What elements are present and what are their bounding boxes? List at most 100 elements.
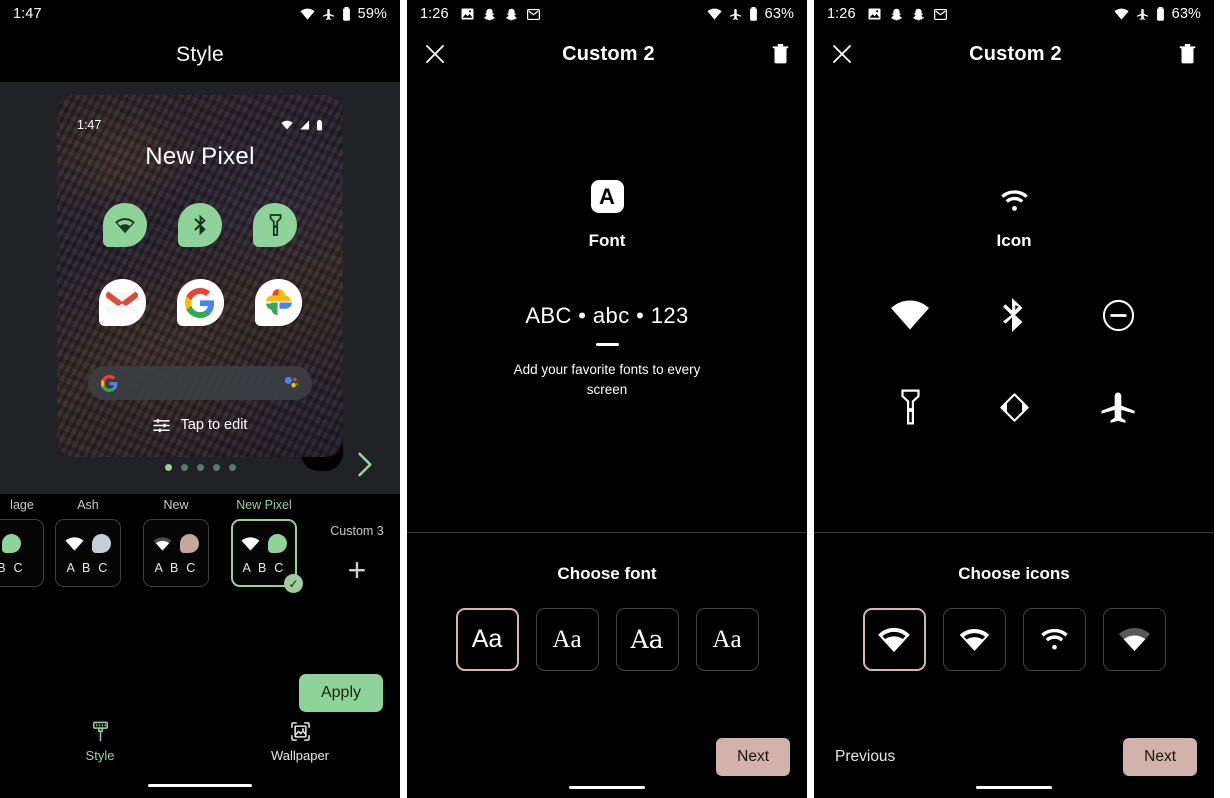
- font-option-label: Aa: [471, 625, 503, 653]
- page-title: Custom 2: [969, 42, 1062, 65]
- icon-option[interactable]: [862, 608, 926, 671]
- assistant-icon[interactable]: [283, 376, 299, 390]
- hero-title: Icon: [996, 231, 1032, 250]
- style-card-abc: A B C: [66, 560, 110, 575]
- airplane-icon: [1100, 391, 1136, 423]
- icon-option[interactable]: [942, 608, 1006, 671]
- pager-dots[interactable]: [164, 463, 236, 471]
- status-bar: 1:26 63%: [814, 0, 1214, 28]
- trash-icon[interactable]: [771, 43, 790, 65]
- home-indicator: [148, 784, 252, 787]
- wifi-icon: [999, 180, 1030, 213]
- style-card-new[interactable]: New A B C: [132, 498, 220, 587]
- gmail-icon: [526, 8, 540, 20]
- gmail-icon: [933, 8, 947, 20]
- pager-dot[interactable]: [164, 463, 172, 471]
- nav-item-wallpaper[interactable]: Wallpaper: [200, 721, 400, 763]
- status-time: 1:26: [420, 6, 449, 22]
- page-title: Style: [176, 43, 224, 66]
- status-bar: 1:47 59%: [0, 0, 400, 28]
- chooser-title: Choose font: [557, 564, 657, 583]
- wifi-icon: [1118, 627, 1151, 652]
- screenshot-triptych: 1:47 59% Style 1:47 New Pixel Tap to edi…: [0, 0, 1230, 798]
- nav-label: Style: [85, 748, 115, 763]
- nav-item-style[interactable]: Style: [0, 721, 200, 763]
- wifi-icon: [103, 203, 147, 247]
- style-card-thumbnail[interactable]: A B C ✓: [231, 519, 303, 593]
- app-bar: Custom 2: [407, 28, 807, 80]
- carousel-pager: [0, 452, 400, 478]
- icon-options[interactable]: [814, 608, 1214, 671]
- snapchat-icon: [890, 8, 903, 21]
- style-preview-carousel[interactable]: 1:47 New Pixel Tap to edit: [0, 82, 400, 494]
- previous-button[interactable]: Previous: [831, 740, 899, 774]
- font-option[interactable]: Aa: [615, 608, 679, 671]
- style-card-thumbnail[interactable]: A B C: [143, 519, 209, 587]
- home-indicator: [569, 786, 645, 789]
- pager-dot[interactable]: [180, 463, 188, 471]
- wifi-icon: [1114, 8, 1129, 20]
- search-input[interactable]: [88, 366, 312, 400]
- font-option[interactable]: Aa: [455, 608, 519, 671]
- sample-divider: [595, 343, 619, 346]
- trash-icon[interactable]: [1178, 43, 1197, 65]
- next-button[interactable]: Next: [716, 738, 790, 776]
- font-options[interactable]: Aa Aa Aa Aa: [407, 608, 807, 671]
- wifi-icon: [959, 628, 990, 652]
- style-card-thumbnail[interactable]: B C: [0, 519, 44, 587]
- bluetooth-icon: [1001, 297, 1027, 333]
- style-card-new-pixel[interactable]: New Pixel A B C ✓: [220, 498, 308, 593]
- photo-icon: [868, 8, 881, 20]
- pager-dot[interactable]: [228, 463, 236, 471]
- apply-button[interactable]: Apply: [298, 674, 383, 712]
- pager-dot[interactable]: [196, 463, 204, 471]
- wifi-icon: [65, 536, 84, 551]
- style-cards-strip[interactable]: lage B C Ash A B C New A B C New Pixel A…: [0, 494, 400, 609]
- wifi-icon: [281, 120, 293, 130]
- font-sample-text: ABC • abc • 123: [525, 303, 689, 328]
- battery-percent: 63%: [764, 6, 794, 22]
- preview-device-name: New Pixel: [145, 143, 255, 170]
- do-not-disturb-icon: [1102, 299, 1135, 332]
- pager-dot[interactable]: [212, 463, 220, 471]
- font-option[interactable]: Aa: [695, 608, 759, 671]
- battery-icon: [1156, 7, 1165, 21]
- icon-option[interactable]: [1022, 608, 1086, 671]
- style-card-label: Ash: [77, 498, 99, 512]
- font-option-label: Aa: [552, 626, 582, 653]
- icon-chooser: Choose icons Previous Next: [814, 532, 1214, 798]
- tap-to-edit[interactable]: Tap to edit: [57, 417, 343, 433]
- google-photos-icon: [254, 279, 302, 326]
- font-option[interactable]: Aa: [535, 608, 599, 671]
- style-card-village[interactable]: lage B C: [0, 498, 44, 587]
- wifi-icon: [153, 536, 172, 551]
- image-icon: [290, 721, 311, 742]
- panel-style-home: 1:47 59% Style 1:47 New Pixel Tap to edi…: [0, 0, 400, 798]
- snapchat-icon: [483, 8, 496, 21]
- phone-preview[interactable]: 1:47 New Pixel Tap to edit: [57, 95, 343, 471]
- notification-icons: [868, 8, 947, 21]
- close-icon[interactable]: [424, 43, 446, 65]
- home-indicator: [976, 786, 1052, 789]
- chevron-right-icon[interactable]: [357, 452, 374, 483]
- bottom-navigation[interactable]: Style Wallpaper: [0, 716, 400, 768]
- style-card-thumbnail[interactable]: A B C: [55, 519, 121, 587]
- color-swatch: [268, 534, 287, 553]
- google-icon: [176, 279, 224, 326]
- google-g-icon: [100, 374, 118, 392]
- photo-icon: [461, 8, 474, 20]
- airplane-icon: [729, 8, 742, 21]
- style-card-label: lage: [10, 498, 34, 512]
- airplane-icon: [322, 8, 335, 21]
- battery-icon: [316, 119, 323, 131]
- icon-option[interactable]: [1102, 608, 1166, 671]
- close-icon[interactable]: [831, 43, 853, 65]
- gmail-icon: [98, 279, 146, 326]
- wizard-actions: Next: [407, 738, 807, 776]
- add-style-button[interactable]: +: [348, 552, 367, 588]
- add-style-cell[interactable]: Custom 3 +: [308, 498, 400, 586]
- icon-preview-grid: [858, 297, 1170, 425]
- next-button[interactable]: Next: [1123, 738, 1197, 776]
- style-card-ash[interactable]: Ash A B C: [44, 498, 132, 587]
- snapchat-icon: [912, 8, 925, 21]
